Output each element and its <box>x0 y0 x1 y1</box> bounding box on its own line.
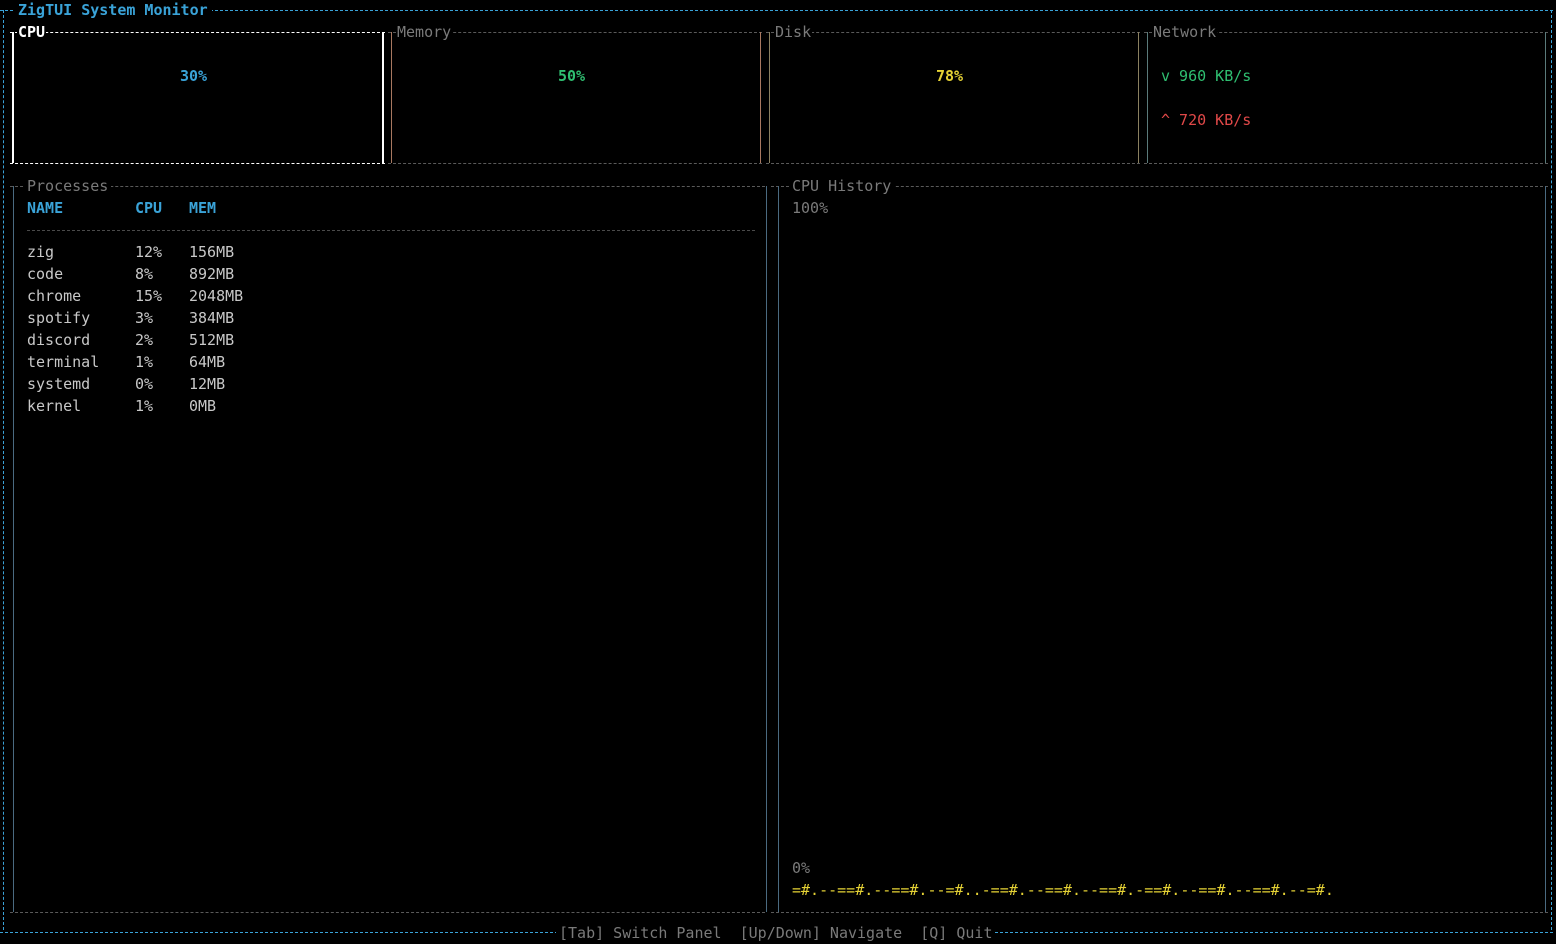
header-name[interactable]: NAME <box>27 197 63 219</box>
app-title: ZigTUI System Monitor <box>14 0 212 21</box>
table-header-divider <box>27 230 755 231</box>
process-mem: 384MB <box>189 309 235 327</box>
cpu-history-panel-right-border <box>1545 186 1546 912</box>
processes-panel-top-border <box>10 186 765 187</box>
memory-panel-bottom-border <box>388 163 762 164</box>
table-row[interactable]: code 8% 892MB <box>27 263 327 285</box>
process-name: discord <box>27 331 91 349</box>
disk-panel-top-border <box>766 32 1140 33</box>
header-cpu[interactable]: CPU <box>135 197 162 219</box>
table-row[interactable]: systemd 0% 12MB <box>27 373 327 395</box>
process-name: spotify <box>27 309 91 327</box>
cpu-history-sparkline: =#.--==#.--==#.--=#..-==#.--==#.--==#.-=… <box>792 881 1334 899</box>
memory-usage-bar: ###################------------------- <box>405 110 750 132</box>
processes-panel-right-border <box>766 186 767 912</box>
cpu-panel-right-border <box>382 32 384 163</box>
process-name: terminal <box>27 353 100 371</box>
table-row[interactable]: kernel 1% 0MB <box>27 395 327 417</box>
network-upload-rate: ^ 720 KB/s <box>1161 111 1252 129</box>
table-row[interactable]: discord 2% 512MB <box>27 329 327 351</box>
process-name: code <box>27 265 64 283</box>
process-mem: 2048MB <box>189 287 244 305</box>
memory-panel-right-border <box>760 32 761 163</box>
network-panel-title: Network <box>1152 21 1218 43</box>
process-name: zig <box>27 243 55 261</box>
process-name: kernel <box>27 397 82 415</box>
process-cpu: 8% <box>135 265 154 283</box>
process-mem: 892MB <box>189 265 235 283</box>
process-mem: 64MB <box>189 353 226 371</box>
table-row[interactable]: spotify 3% 384MB <box>27 307 327 329</box>
disk-panel-title: Disk <box>774 21 813 43</box>
disk-panel-left-border <box>769 32 770 163</box>
header-mem[interactable]: MEM <box>189 197 216 219</box>
table-row[interactable]: zig 12% 156MB <box>27 241 327 263</box>
disk-percent: 78% <box>936 67 964 85</box>
network-panel-bottom-border <box>1144 163 1548 164</box>
cpu-panel-left-border <box>12 32 14 163</box>
process-cpu: 1% <box>135 353 154 371</box>
table-row[interactable]: chrome 15% 2048MB <box>27 285 327 307</box>
network-panel-right-border <box>1545 32 1546 163</box>
process-cpu: 3% <box>135 309 154 327</box>
process-mem: 12MB <box>189 375 226 393</box>
process-cpu: 2% <box>135 331 154 349</box>
process-name: chrome <box>27 287 82 305</box>
cpu-panel-top-border <box>10 32 385 33</box>
memory-panel-title: Memory <box>396 21 453 43</box>
cpu-usage-bar: ###########--------------------------- <box>27 110 372 132</box>
outer-frame-right <box>1551 10 1552 930</box>
disk-panel-right-border <box>1138 32 1139 163</box>
process-mem: 0MB <box>189 397 217 415</box>
process-cpu: 15% <box>135 287 163 305</box>
process-name: systemd <box>27 375 91 393</box>
process-cpu: 0% <box>135 375 154 393</box>
table-row[interactable]: terminal 1% 64MB <box>27 351 327 373</box>
cpu-history-panel-left-border <box>778 186 779 912</box>
outer-frame-left <box>3 10 4 930</box>
processes-panel-bottom-border <box>10 912 765 913</box>
outer-frame-top <box>0 10 1553 11</box>
cpu-panel-bottom-border <box>10 163 385 164</box>
cpu-history-min-label: 0% <box>792 859 811 877</box>
footer-help: [Tab] Switch Panel [Up/Down] Navigate [Q… <box>556 922 996 944</box>
cpu-history-max-label: 100% <box>792 199 829 217</box>
processes-panel-title: Processes <box>24 175 112 197</box>
memory-panel-left-border <box>391 32 392 163</box>
process-mem: 156MB <box>189 243 235 261</box>
process-cpu: 12% <box>135 243 163 261</box>
process-cpu: 1% <box>135 397 154 415</box>
disk-usage-bar: #############################--------- <box>783 110 1128 132</box>
cpu-history-panel-title: CPU History <box>789 175 895 197</box>
cpu-history-panel-bottom-border <box>771 912 1548 913</box>
disk-panel-bottom-border <box>766 163 1140 164</box>
memory-percent: 50% <box>558 67 586 85</box>
cpu-panel-title: CPU <box>17 21 47 43</box>
process-mem: 512MB <box>189 331 235 349</box>
cpu-percent: 30% <box>180 67 208 85</box>
processes-panel-left-border <box>13 186 14 912</box>
network-panel-left-border <box>1147 32 1148 163</box>
network-download-rate: v 960 KB/s <box>1161 67 1252 85</box>
